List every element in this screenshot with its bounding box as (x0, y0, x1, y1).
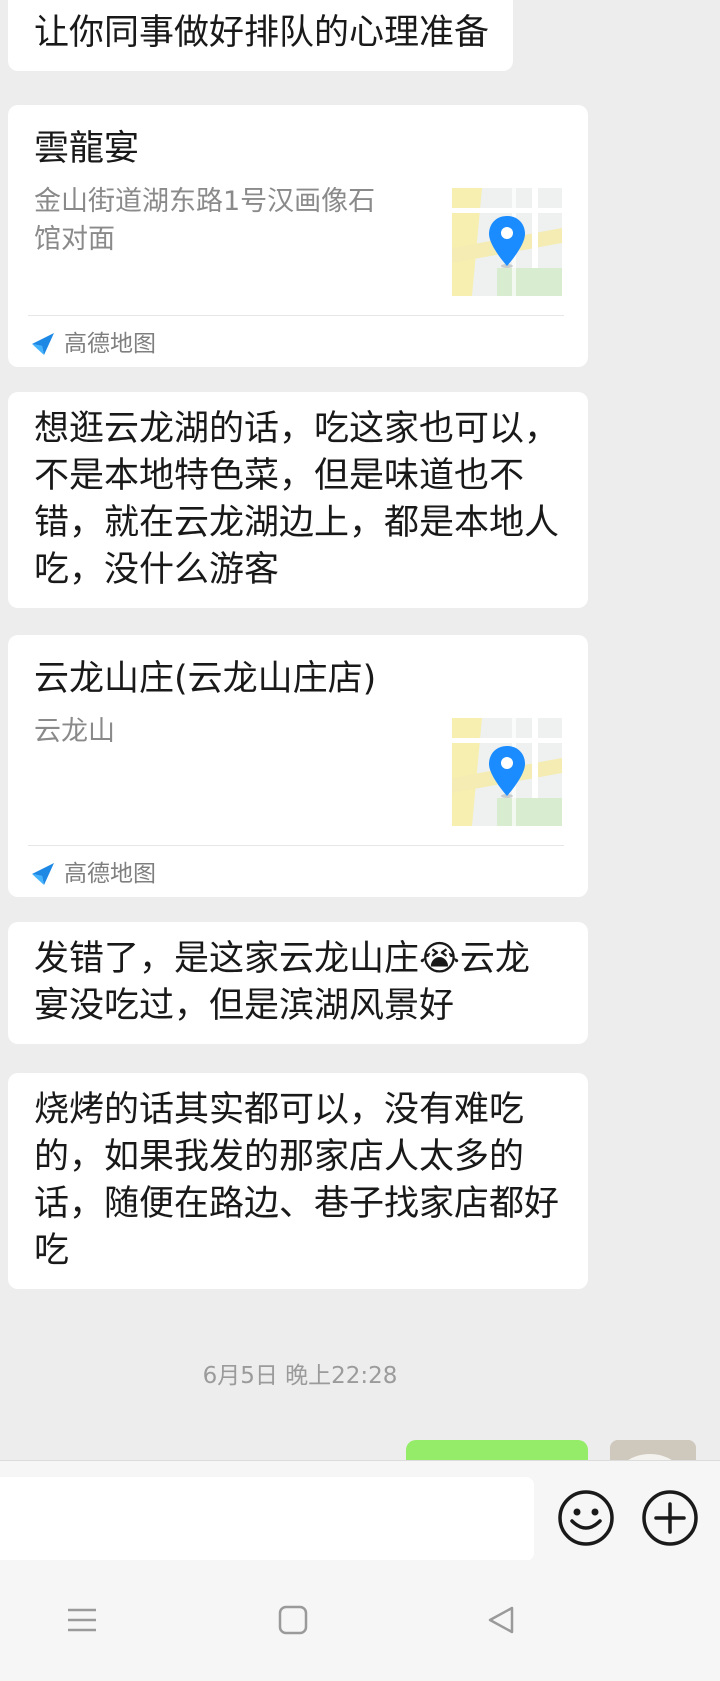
menu-icon (68, 1608, 96, 1632)
nav-home-button[interactable] (268, 1600, 318, 1640)
message-text: 想逛云龙湖的话，吃这家也可以，不是本地特色菜，但是味道也不错，就在云龙湖边上，都… (34, 409, 560, 590)
card-divider (28, 315, 564, 316)
amap-logo-icon (32, 863, 54, 885)
location-source-label: 高德地图 (64, 331, 156, 357)
map-thumbnail (452, 188, 562, 296)
message-text: 让你同事做好排队的心理准备 (34, 13, 490, 53)
location-card[interactable]: 云龙山庄(云龙山庄店) 云龙山 高德地图 (8, 635, 588, 897)
plus-button[interactable] (641, 1489, 699, 1547)
location-name: 云龙山庄(云龙山庄店) (34, 659, 377, 699)
location-source-label: 高德地图 (64, 861, 156, 887)
message-text: 发错了，是这家云龙山庄 (34, 939, 420, 979)
map-pin-icon (489, 746, 525, 798)
message-bubble[interactable]: 想逛云龙湖的话，吃这家也可以，不是本地特色菜，但是味道也不错，就在云龙湖边上，都… (8, 392, 588, 608)
location-source: 高德地图 (30, 327, 156, 361)
map-pin-icon (489, 216, 525, 268)
system-nav-bar (0, 1560, 720, 1681)
message-input[interactable] (0, 1477, 534, 1561)
emoji-button[interactable] (557, 1489, 615, 1547)
outgoing-message-bubble[interactable] (406, 1440, 588, 1460)
location-source: 高德地图 (30, 857, 156, 891)
location-address: 云龙山 (34, 716, 115, 747)
crying-laughing-emoji: 😭 (419, 939, 460, 979)
input-bar (0, 1460, 720, 1561)
message-text: 烧烤的话其实都可以，没有难吃的，如果我发的那家店人太多的话，随便在路边、巷子找家… (34, 1090, 560, 1271)
card-divider (28, 845, 564, 846)
message-bubble[interactable]: 烧烤的话其实都可以，没有难吃的，如果我发的那家店人太多的话，随便在路边、巷子找家… (8, 1073, 588, 1289)
amap-logo-icon (32, 333, 54, 355)
back-icon (488, 1606, 514, 1634)
chat-area[interactable]: 让你同事做好排队的心理准备 雲龍宴 金山街道湖东路1号汉画像石馆对面 高德地图 … (0, 0, 720, 1460)
map-thumbnail (452, 718, 562, 826)
message-bubble[interactable]: 发错了，是这家云龙山庄😭云龙宴没吃过，但是滨湖风景好 (8, 922, 588, 1044)
emoji-icon (558, 1490, 614, 1546)
home-icon (278, 1605, 308, 1635)
message-timestamp: 6月5日 晚上22:28 (202, 1363, 398, 1389)
avatar[interactable] (610, 1440, 696, 1460)
plus-icon (642, 1490, 698, 1546)
nav-back-button[interactable] (476, 1600, 526, 1640)
message-bubble[interactable]: 让你同事做好排队的心理准备 (8, 0, 514, 71)
nav-menu-button[interactable] (57, 1600, 107, 1640)
location-address: 金山街道湖东路1号汉画像石馆对面 (34, 186, 376, 255)
location-name: 雲龍宴 (34, 129, 140, 169)
location-card[interactable]: 雲龍宴 金山街道湖东路1号汉画像石馆对面 高德地图 (8, 105, 588, 367)
